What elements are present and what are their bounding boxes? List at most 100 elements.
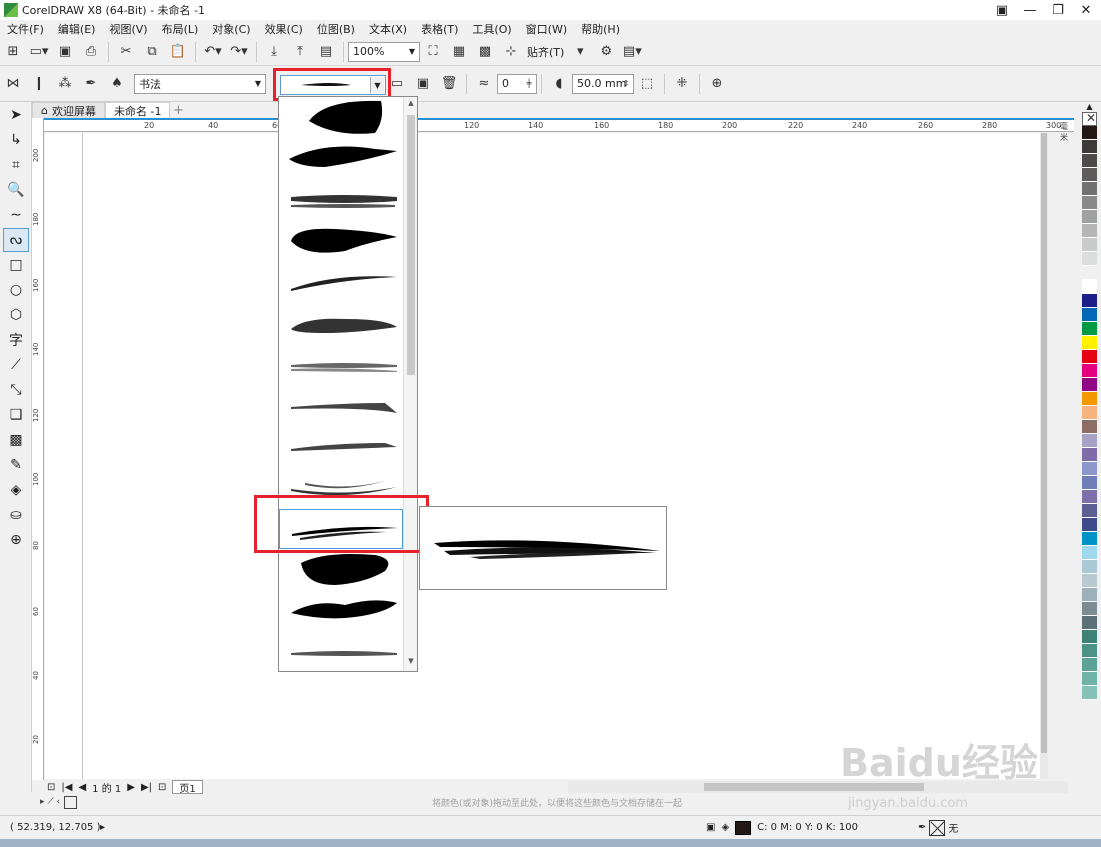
add-page-icon[interactable]: ⊡ xyxy=(158,782,166,793)
first-page-icon[interactable]: ⊡ xyxy=(47,782,55,793)
smoothing-input[interactable]: 0 ╪ xyxy=(497,73,537,94)
color-swatch[interactable] xyxy=(1082,420,1097,434)
paste-icon[interactable]: 📋 xyxy=(167,41,189,63)
save-icon[interactable]: ▣ xyxy=(54,41,76,63)
next-page-icon[interactable]: ▶ xyxy=(127,782,135,793)
drawing-canvas[interactable] xyxy=(45,133,1040,779)
stroke-width-input[interactable]: 50.0 mm ⇕ xyxy=(572,73,634,94)
color-swatch[interactable] xyxy=(1082,280,1097,294)
stroke-preset-item[interactable] xyxy=(279,181,403,221)
color-swatch[interactable] xyxy=(1082,462,1097,476)
preset-mode-icon[interactable]: ⋈ xyxy=(2,73,24,95)
color-proof-icon[interactable]: ▣ xyxy=(706,822,715,833)
polygon-tool-icon[interactable]: ⬡ xyxy=(3,303,29,327)
menu-help[interactable]: 帮助(H) xyxy=(574,21,627,37)
quick-customize-icon[interactable]: ⁜ xyxy=(671,73,693,95)
dimension-tool-icon[interactable]: ⟋ xyxy=(3,353,29,377)
no-color-swatch[interactable]: ✕ xyxy=(1082,111,1097,126)
text-tool-icon[interactable]: 字 xyxy=(3,328,29,352)
last-page-icon[interactable]: ▶| xyxy=(141,782,152,793)
color-swatch[interactable] xyxy=(1082,448,1097,462)
fill-bucket-icon[interactable]: ◈ xyxy=(721,822,729,833)
back-icon[interactable]: ◀ xyxy=(78,782,86,793)
stroke-preset-item[interactable] xyxy=(279,221,403,261)
scroll-down-icon[interactable]: ▼ xyxy=(404,657,418,669)
palette-arrow-icon[interactable]: ▸ ⟋ ‹ xyxy=(40,797,60,807)
bounding-box-icon[interactable]: ⬚ xyxy=(636,73,658,95)
color-swatch[interactable] xyxy=(1082,336,1097,350)
chevron-down-icon[interactable]: ▾ xyxy=(569,41,591,63)
color-swatch[interactable] xyxy=(1082,252,1097,266)
menu-tools[interactable]: 工具(O) xyxy=(465,21,518,37)
spinner-icon[interactable]: ⇕ xyxy=(619,75,633,93)
color-swatch[interactable] xyxy=(1082,406,1097,420)
add-icon[interactable]: ⊕ xyxy=(706,73,728,95)
freehand-tool-icon[interactable]: ∼ xyxy=(3,203,29,227)
stroke-preset-item[interactable] xyxy=(279,263,403,303)
color-swatch[interactable] xyxy=(1082,350,1097,364)
color-swatch[interactable] xyxy=(1082,616,1097,630)
menu-edit[interactable]: 编辑(E) xyxy=(51,21,103,37)
shape-tool-icon[interactable]: ↳ xyxy=(3,128,29,152)
color-swatch[interactable] xyxy=(1082,154,1097,168)
stroke-preset-item[interactable] xyxy=(279,549,403,589)
color-swatch[interactable] xyxy=(1082,476,1097,490)
launch-icon[interactable]: ▤▾ xyxy=(621,41,643,63)
color-swatch[interactable] xyxy=(1082,294,1097,308)
prev-page-icon[interactable]: |◀ xyxy=(61,782,72,793)
scroll-up-icon[interactable]: ▲ xyxy=(404,99,418,111)
color-swatch[interactable] xyxy=(1082,322,1097,336)
chevron-down-icon[interactable]: ▼ xyxy=(251,75,265,93)
close-button[interactable]: ✕ xyxy=(1077,3,1095,18)
add-tab-icon[interactable]: + xyxy=(170,102,186,118)
stroke-preset-item[interactable] xyxy=(279,97,403,137)
color-swatch[interactable] xyxy=(1082,266,1097,280)
pressure-mode-icon[interactable]: ♠ xyxy=(106,73,128,95)
vertical-ruler[interactable]: 200 180 160 140 120 100 80 60 40 20 xyxy=(32,118,44,780)
pen-icon[interactable]: ✒ xyxy=(918,822,926,833)
color-swatch[interactable] xyxy=(1082,504,1097,518)
eyedropper-tool-icon[interactable]: ✎ xyxy=(3,453,29,477)
color-swatch[interactable] xyxy=(1082,658,1097,672)
restore-button[interactable]: ❐ xyxy=(1049,3,1067,18)
color-swatch[interactable] xyxy=(1082,378,1097,392)
new-document-icon[interactable]: ⊞ xyxy=(2,41,24,63)
calligraphic-mode-icon[interactable]: ✒ xyxy=(80,73,102,95)
stroke-preset-item[interactable] xyxy=(279,345,403,385)
publish-pdf-icon[interactable]: ▤ xyxy=(315,41,337,63)
undo-icon[interactable]: ↶▾ xyxy=(202,41,224,63)
zoom-tool-icon[interactable]: 🔍 xyxy=(3,178,29,202)
horizontal-ruler[interactable]: 20 40 60 120 140 160 180 200 220 240 260… xyxy=(44,118,1074,142)
stroke-preset-item[interactable] xyxy=(279,137,403,177)
copy-icon[interactable]: ⧉ xyxy=(141,41,163,63)
color-swatch[interactable] xyxy=(1082,602,1097,616)
export-icon[interactable]: ⤒ xyxy=(289,41,311,63)
menu-file[interactable]: 文件(F) xyxy=(0,21,51,37)
dropdown-scrollbar[interactable]: ▲ ▼ xyxy=(403,97,417,671)
full-screen-icon[interactable]: ⛶ xyxy=(422,41,444,63)
transparency-tool-icon[interactable]: ▩ xyxy=(3,428,29,452)
color-swatch[interactable] xyxy=(1082,196,1097,210)
tab-welcome[interactable]: ⌂ 欢迎屏幕 xyxy=(32,102,105,118)
color-swatch[interactable] xyxy=(1082,308,1097,322)
cut-icon[interactable]: ✂ xyxy=(115,41,137,63)
color-swatch[interactable] xyxy=(1082,588,1097,602)
color-swatch[interactable] xyxy=(1082,532,1097,546)
minimize-button[interactable]: — xyxy=(1021,3,1039,18)
show-guidelines-icon[interactable]: ⊹ xyxy=(500,41,522,63)
tab-document[interactable]: 未命名 -1 xyxy=(104,102,171,118)
stroke-preset-item[interactable] xyxy=(279,425,403,465)
menu-object[interactable]: 对象(C) xyxy=(205,21,257,37)
drop-shadow-tool-icon[interactable]: ❑ xyxy=(3,403,29,427)
sprayer-mode-icon[interactable]: ⁂ xyxy=(54,73,76,95)
options-gear-icon[interactable]: ⚙ xyxy=(595,41,617,63)
color-swatch[interactable] xyxy=(1082,224,1097,238)
connector-tool-icon[interactable]: ⤡ xyxy=(3,378,29,402)
stroke-preset-item[interactable] xyxy=(279,303,403,343)
color-swatch[interactable] xyxy=(1082,140,1097,154)
menu-table[interactable]: 表格(T) xyxy=(414,21,465,37)
color-swatch[interactable] xyxy=(1082,630,1097,644)
color-swatch[interactable] xyxy=(1082,210,1097,224)
preset-category-combo[interactable]: 书法 ▼ xyxy=(134,73,266,94)
color-swatch[interactable] xyxy=(1082,546,1097,560)
